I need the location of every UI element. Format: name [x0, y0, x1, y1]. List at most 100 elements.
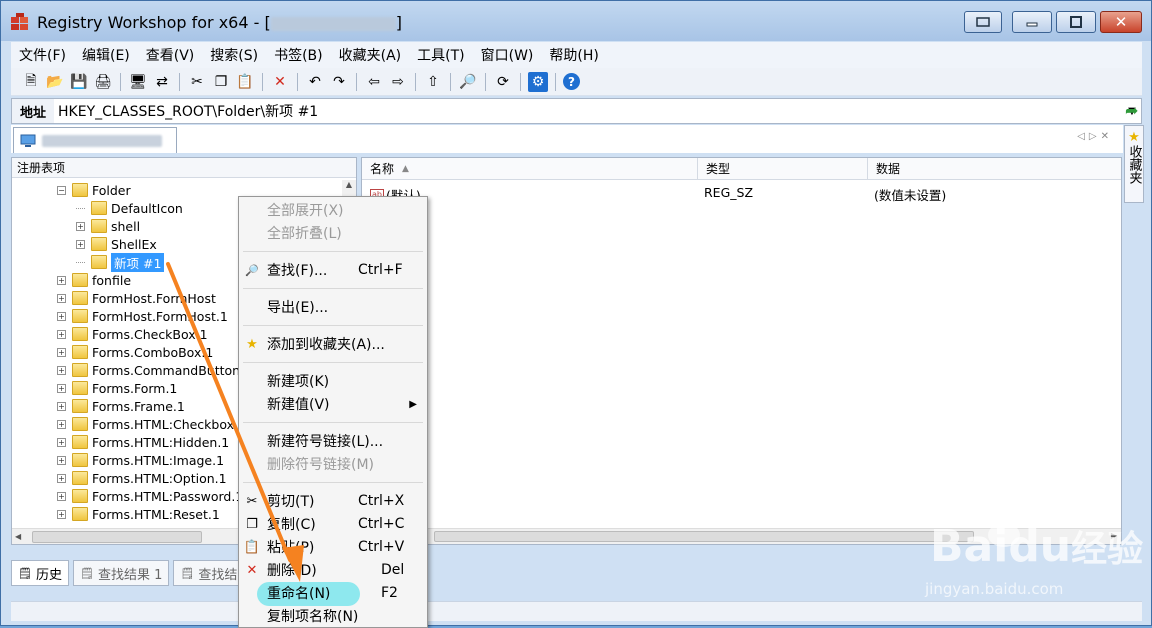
context-menu-shortcut: Del — [381, 562, 405, 578]
address-input[interactable]: HKEY_CLASSES_ROOT\Folder\新项 #1 — [54, 101, 1123, 121]
open-icon[interactable]: 📂 — [45, 72, 65, 92]
menu-item-3[interactable]: 搜索(S) — [202, 45, 266, 65]
paste-icon[interactable]: 📋 — [235, 72, 255, 92]
find-icon[interactable]: 🔎 — [458, 72, 478, 92]
copy-icon[interactable]: ❐ — [211, 72, 231, 92]
menu-item-6[interactable]: 工具(T) — [409, 45, 472, 65]
maximize-button[interactable] — [1056, 11, 1096, 33]
expand-icon[interactable]: + — [57, 509, 66, 519]
context-menu-item[interactable]: 重命名(N) F2 — [241, 582, 425, 604]
context-menu-item[interactable]: ★ 添加到收藏夹(A)... — [241, 333, 425, 355]
menu-item-2[interactable]: 查看(V) — [138, 45, 203, 65]
scroll-left-icon[interactable]: ◀ — [12, 532, 24, 541]
expand-icon[interactable]: + — [57, 419, 66, 429]
tree-line — [76, 207, 85, 209]
column-header-type[interactable]: 类型 — [698, 158, 868, 180]
document-tab-computer[interactable] — [13, 127, 177, 153]
tree-item[interactable]: + Forms.HTML:Option.1 — [57, 469, 227, 487]
tree-item[interactable]: + ShellEx — [76, 235, 157, 253]
expand-icon[interactable]: + — [57, 437, 66, 447]
tree-item[interactable]: + Forms.ComboBox.1 — [57, 343, 213, 361]
forward-icon[interactable]: ⇨ — [388, 72, 408, 92]
tree-item[interactable]: + fonfile — [57, 271, 131, 289]
expand-icon[interactable]: + — [57, 365, 66, 375]
redo-icon[interactable]: ↷ — [329, 72, 349, 92]
context-menu-item[interactable]: 导出(E)... — [241, 296, 425, 318]
bottom-tab-0[interactable]: 🗒 历史 — [11, 560, 69, 586]
tab-scroll-arrows-icon[interactable]: ◁▷✕ — [1077, 131, 1113, 142]
context-menu-item[interactable]: 删除符号链接(M) — [241, 453, 425, 475]
context-menu-item[interactable]: ❐ 复制(C) Ctrl+C — [241, 513, 425, 535]
tree-item[interactable]: + FormHost.FormHost.1 — [57, 307, 228, 325]
context-menu-item[interactable]: 📋 粘贴(P) Ctrl+V — [241, 536, 425, 558]
expand-icon[interactable]: + — [57, 383, 66, 393]
context-menu-item[interactable]: 🔎 查找(F)... Ctrl+F — [241, 259, 425, 281]
save-icon[interactable]: 💾 — [69, 72, 89, 92]
cut-icon[interactable]: ✂ — [187, 72, 207, 92]
expand-icon[interactable]: + — [57, 275, 66, 285]
column-header-data[interactable]: 数据 — [868, 158, 1121, 180]
context-menu-item[interactable]: ✕ 删除(D) Del — [241, 559, 425, 581]
tree-item[interactable]: + Forms.CommandButton.1 — [57, 361, 252, 379]
tree-item[interactable]: + Forms.HTML:Password.1 — [57, 487, 243, 505]
bottom-tab-1[interactable]: 🗒 查找结果 1 — [72, 560, 170, 586]
tree-item[interactable]: + Forms.Form.1 — [57, 379, 177, 397]
context-menu-item[interactable]: ✂ 剪切(T) Ctrl+X — [241, 490, 425, 512]
expand-icon[interactable]: + — [57, 347, 66, 357]
undo-icon[interactable]: ↶ — [305, 72, 325, 92]
expand-icon[interactable]: + — [57, 293, 66, 303]
expand-icon[interactable]: + — [76, 239, 85, 249]
context-menu-item[interactable]: 全部展开(X) — [241, 199, 425, 221]
menu-item-4[interactable]: 书签(B) — [266, 45, 331, 65]
tree-item[interactable]: DefaultIcon — [76, 199, 183, 217]
collapse-icon[interactable]: − — [57, 185, 66, 195]
column-header-name[interactable]: 名称 ▲ — [362, 158, 698, 180]
computer-icon[interactable]: 🖥 — [128, 72, 148, 92]
bottom-tab-2[interactable]: 🗒 查找结 — [173, 560, 245, 586]
back-icon[interactable]: ⇦ — [364, 72, 384, 92]
refresh-icon[interactable]: ⟳ — [493, 72, 513, 92]
minimize-button[interactable] — [1012, 11, 1052, 33]
menu-item-5[interactable]: 收藏夹(A) — [331, 45, 410, 65]
context-menu-item[interactable]: 新建值(V) ▶ — [241, 393, 425, 415]
context-menu-item[interactable]: 新建项(K) — [241, 370, 425, 392]
settings-icon[interactable]: ⚙ — [528, 71, 548, 92]
tree-item[interactable]: + Forms.Frame.1 — [57, 397, 185, 415]
close-button[interactable]: ✕ — [1100, 11, 1142, 33]
tree-scroll-thumb[interactable] — [32, 530, 203, 543]
up-icon[interactable]: ⇧ — [423, 72, 443, 92]
tree-item[interactable]: − Folder — [57, 181, 131, 199]
tree-item[interactable]: + shell — [76, 217, 140, 235]
restore-tab-button[interactable] — [964, 11, 1002, 33]
expand-icon[interactable]: + — [57, 455, 66, 465]
tree-item[interactable]: + Forms.HTML:Reset.1 — [57, 505, 220, 523]
expand-icon[interactable]: + — [57, 473, 66, 483]
connect-icon[interactable]: ⇄ — [152, 72, 172, 92]
tree-item[interactable]: + Forms.HTML:Checkbox.1 — [57, 415, 246, 433]
menu-item-8[interactable]: 帮助(H) — [541, 45, 606, 65]
context-menu-item[interactable]: 全部折叠(L) — [241, 222, 425, 244]
print-icon[interactable]: 🖨 — [93, 72, 113, 92]
expand-icon[interactable]: + — [57, 329, 66, 339]
new-icon[interactable]: 🗎 — [21, 72, 41, 92]
tree-item[interactable]: + FormHost.FormHost — [57, 289, 216, 307]
tree-item[interactable]: + Forms.HTML:Image.1 — [57, 451, 224, 469]
help-icon[interactable]: ? — [563, 73, 580, 90]
expand-icon[interactable]: + — [57, 311, 66, 321]
context-menu-label: 复制项名称(N) — [267, 609, 359, 625]
menu-item-7[interactable]: 窗口(W) — [473, 45, 542, 65]
tree-item[interactable]: + Forms.CheckBox.1 — [57, 325, 208, 343]
expand-icon[interactable]: + — [57, 491, 66, 501]
expand-icon[interactable]: + — [57, 401, 66, 411]
context-menu-item[interactable]: 新建符号链接(L)... — [241, 430, 425, 452]
delete-icon[interactable]: ✕ — [270, 72, 290, 92]
favorites-side-panel[interactable]: ★ 收藏夹 — [1124, 125, 1144, 203]
tree-item[interactable]: 新项 #1 — [76, 252, 165, 272]
go-arrow-icon[interactable]: ➦ — [1125, 101, 1138, 120]
menu-item-0[interactable]: 文件(F) — [11, 45, 74, 65]
context-menu-item[interactable]: 复制项名称(N) — [241, 605, 425, 627]
scroll-up-icon[interactable]: ▲ — [342, 180, 356, 189]
tree-item[interactable]: + Forms.HTML:Hidden.1 — [57, 433, 229, 451]
menu-item-1[interactable]: 编辑(E) — [74, 45, 138, 65]
expand-icon[interactable]: + — [76, 221, 85, 231]
